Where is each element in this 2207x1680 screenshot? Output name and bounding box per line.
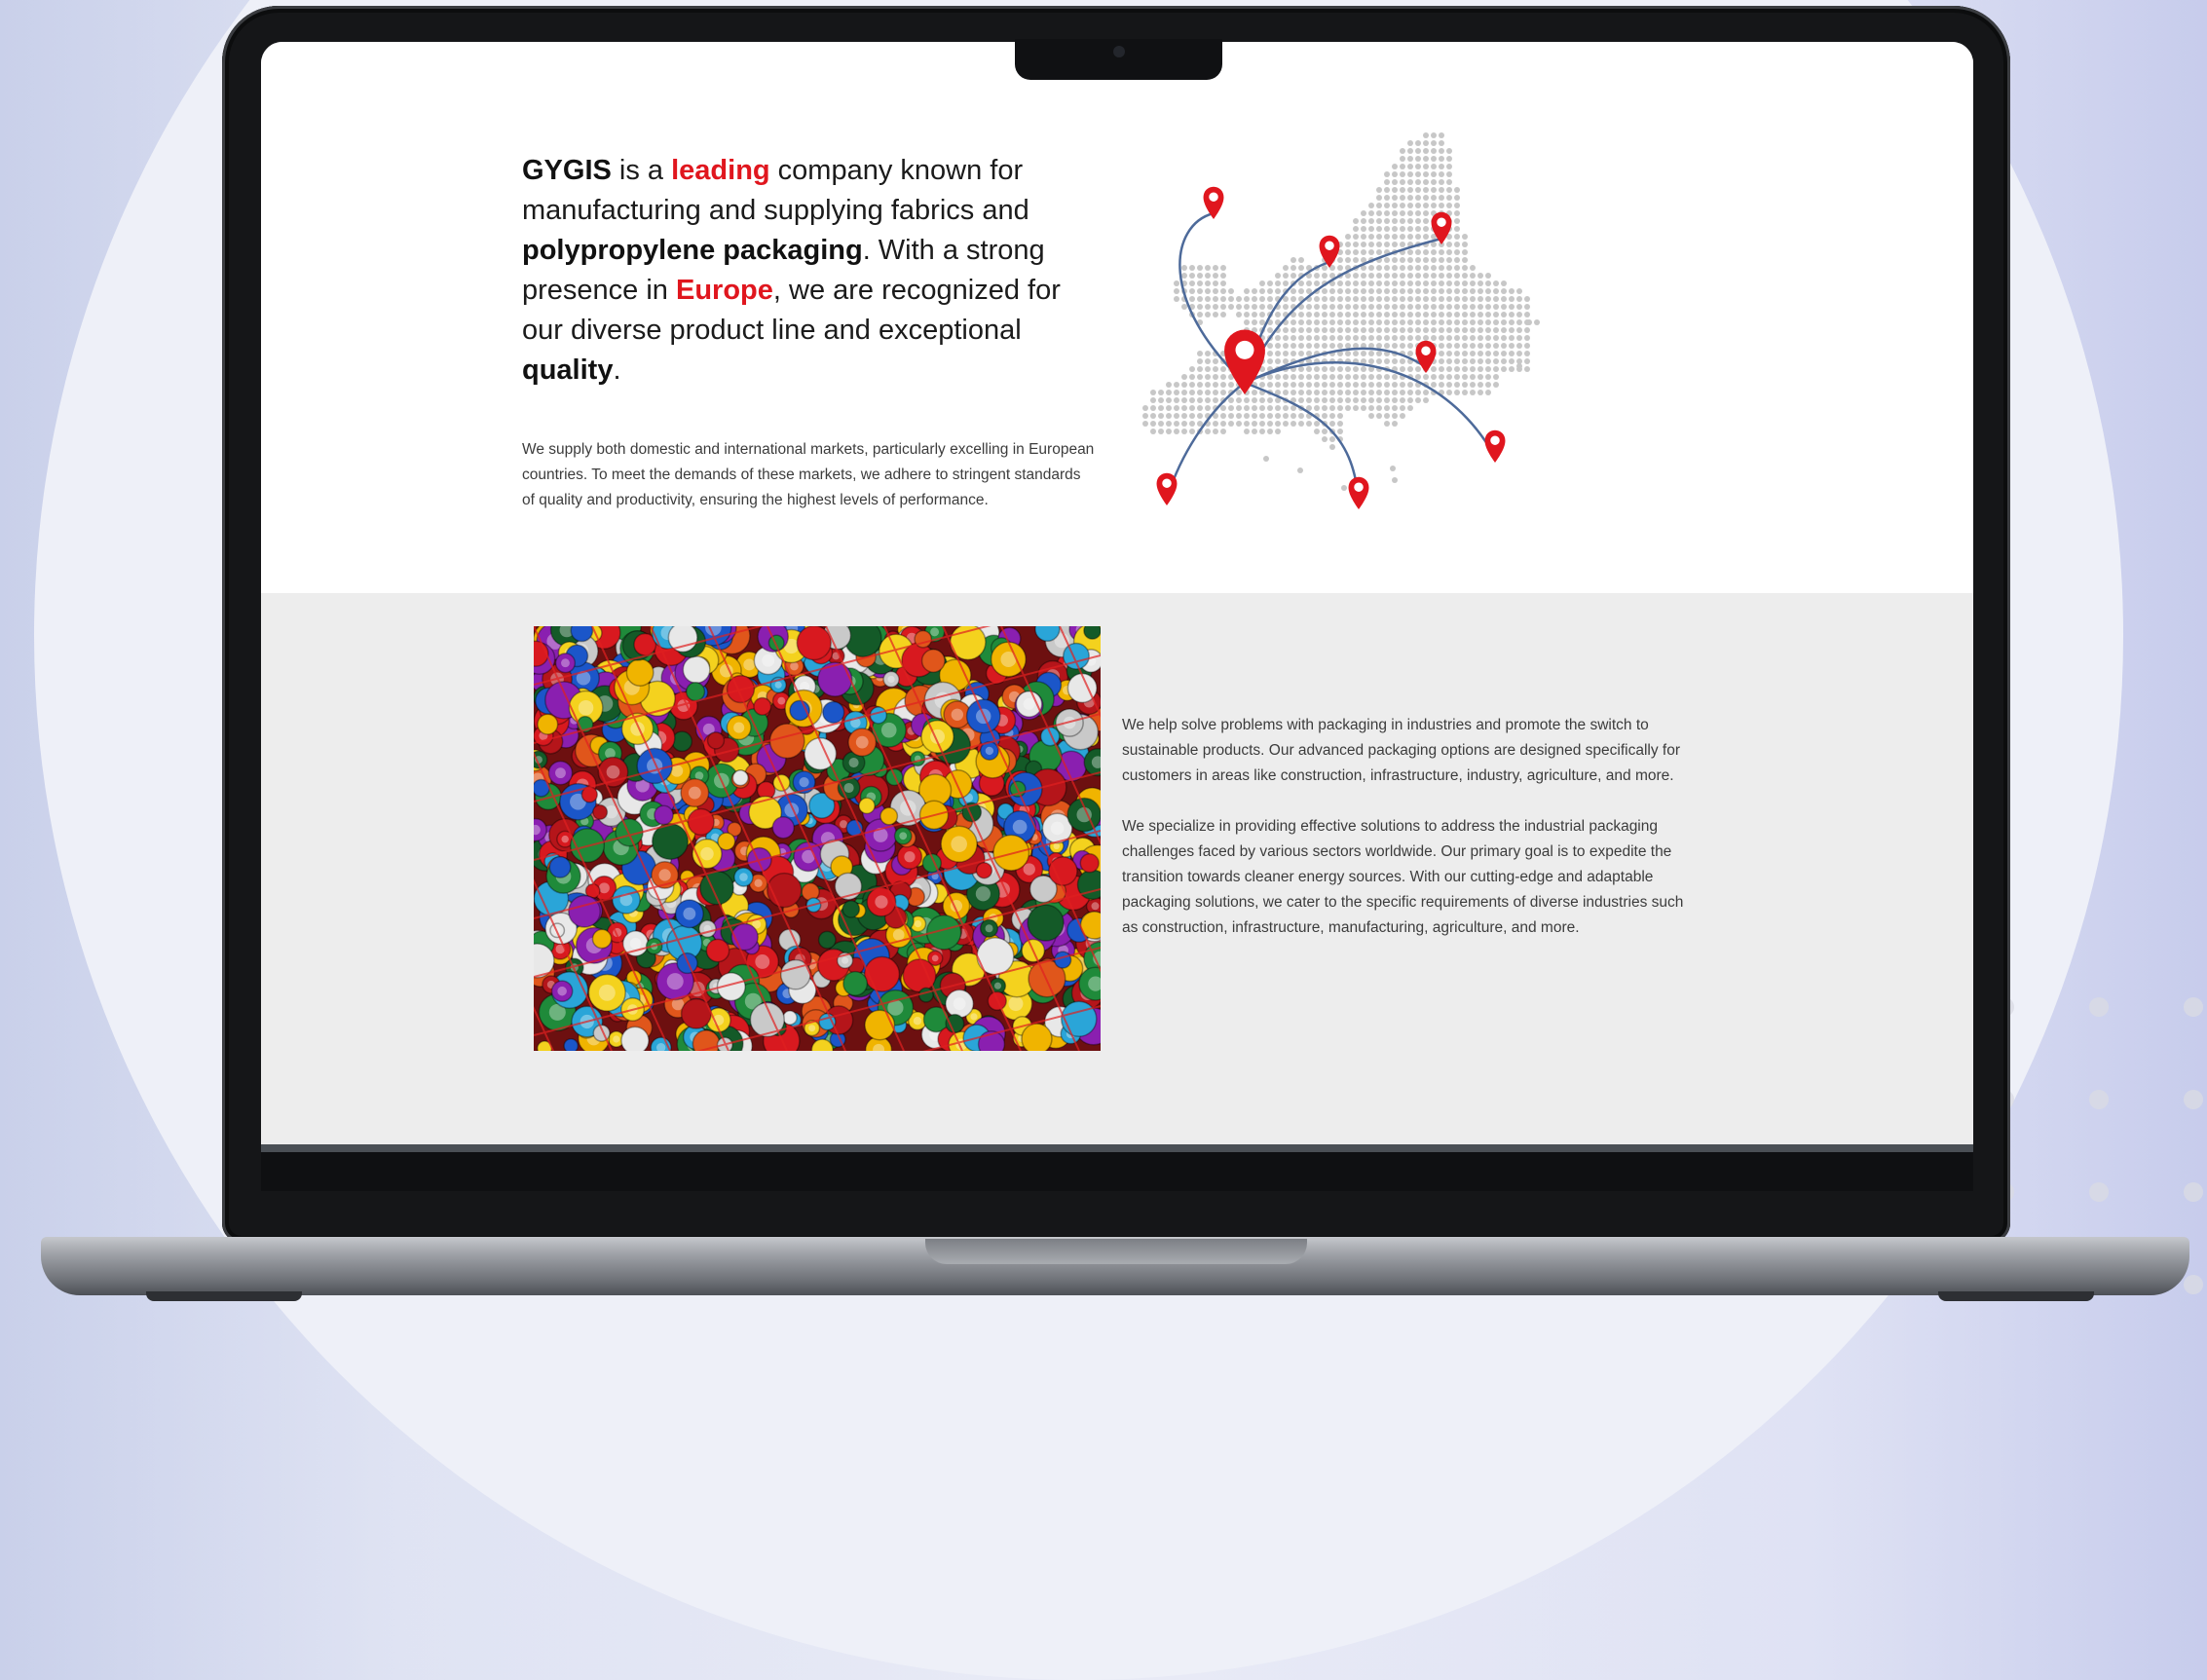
intro-section: GYGIS is a leading company known for man…: [261, 42, 1973, 593]
about-section: [261, 593, 1973, 1152]
headline-segment: quality: [522, 355, 614, 386]
intro-paragraph: We supply both domestic and internationa…: [522, 441, 1095, 508]
next-section-preview: [261, 1144, 1973, 1152]
headline-segment: GYGIS: [522, 155, 612, 186]
about-paragraph-1: We help solve problems with packaging in…: [1122, 717, 1680, 784]
laptop-foot-right: [1938, 1291, 2094, 1301]
laptop-base-notch: [925, 1239, 1307, 1264]
camera-icon: [1113, 46, 1125, 57]
laptop-foot-left: [146, 1291, 302, 1301]
headline-segment: leading: [671, 155, 770, 186]
plastic-caps-photo: [534, 626, 1101, 1051]
about-paragraph-2: We specialize in providing effective sol…: [1122, 818, 1684, 936]
screen-bezel-bottom: [261, 1152, 1973, 1191]
headline-segment: Europe: [676, 275, 773, 306]
about-text: We help solve problems with packaging in…: [1122, 713, 1687, 966]
headline-segment: is a: [611, 155, 672, 186]
europe-map-icon: [1142, 132, 1540, 509]
headline-segment: polypropylene packaging: [522, 235, 863, 266]
intro-headline: GYGIS is a leading company known for man…: [522, 151, 1106, 391]
laptop-screen: GYGIS is a leading company known for man…: [261, 42, 1973, 1152]
headline-segment: .: [613, 355, 621, 386]
